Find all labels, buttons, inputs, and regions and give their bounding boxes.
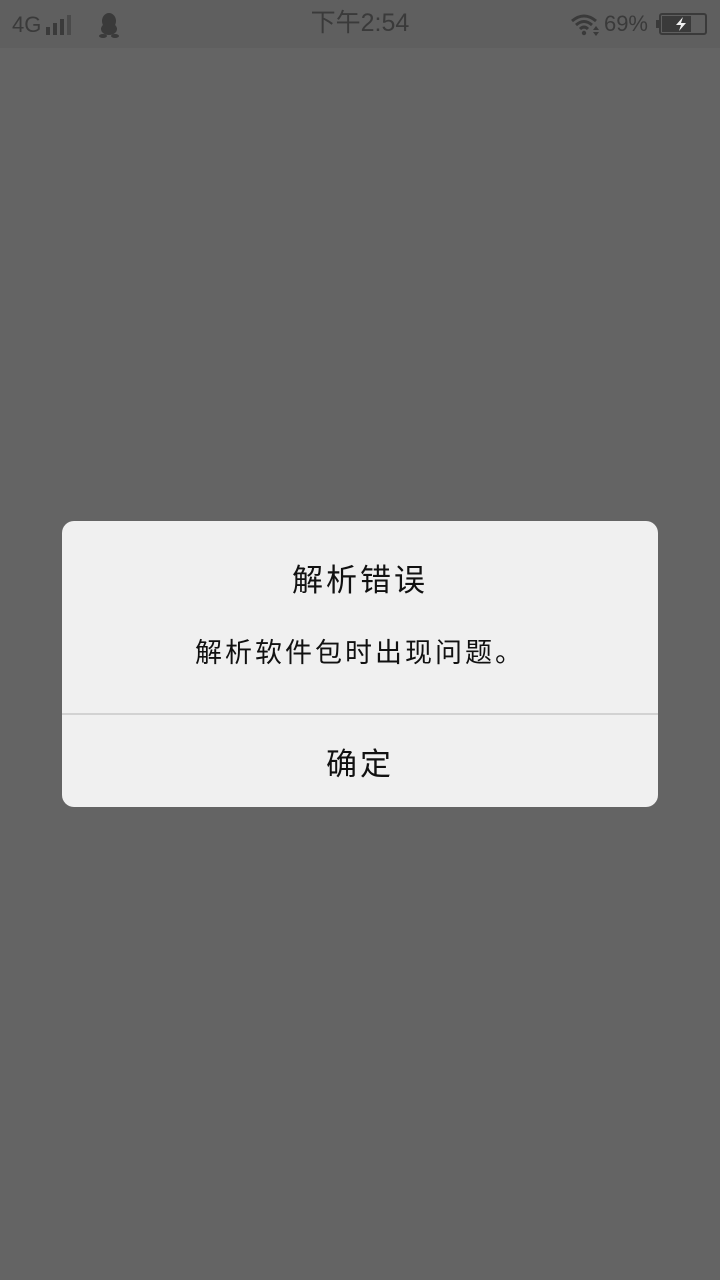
dialog-message: 解析软件包时出现问题。 (195, 638, 525, 669)
wifi-icon (570, 12, 600, 36)
battery-charging-icon (656, 12, 708, 36)
error-dialog: 解析错误 解析软件包时出现问题。 确定 (62, 521, 658, 807)
confirm-button[interactable]: 确定 (62, 715, 658, 807)
battery-percent: 69% (603, 11, 648, 36)
dialog-title: 解析错误 (292, 563, 428, 599)
status-bar: 4G 下午2:54 69% (0, 0, 720, 48)
status-right: 69% (570, 9, 708, 39)
